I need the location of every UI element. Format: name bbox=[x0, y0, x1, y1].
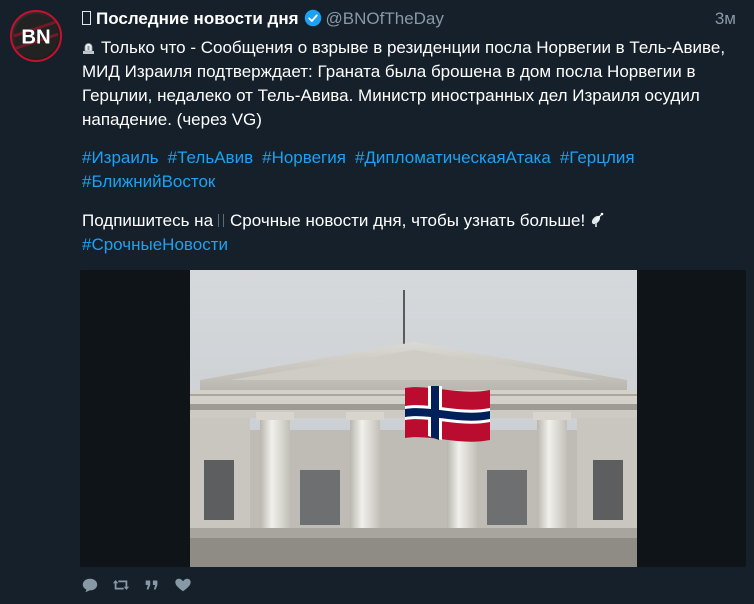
avatar-logo-icon: BN bbox=[13, 13, 59, 59]
hashtag-link[interactable]: #БлижнийВосток bbox=[82, 172, 215, 191]
tweet-timestamp[interactable]: 3м bbox=[715, 8, 736, 30]
reply-icon[interactable] bbox=[80, 575, 100, 595]
avatar[interactable]: BN bbox=[10, 10, 62, 62]
hashtag-link[interactable]: #Израиль bbox=[82, 148, 159, 167]
quote-icon[interactable] bbox=[142, 575, 162, 595]
tweet[interactable]: BN Последние новости дня @BNOfTheDay 3м Т… bbox=[0, 0, 754, 604]
tweet-header: Последние новости дня @BNOfTheDay 3м bbox=[82, 8, 746, 30]
tweet-text-paragraph: Только что - Сообщения о взрыве в резиде… bbox=[82, 36, 750, 132]
hashtag-link[interactable]: #СрочныеНовости bbox=[82, 235, 228, 254]
verified-icon bbox=[304, 9, 322, 27]
police-light-icon bbox=[82, 37, 95, 54]
retweet-icon[interactable] bbox=[111, 575, 131, 595]
tweet-media[interactable] bbox=[80, 270, 746, 567]
hashtag-link[interactable]: #Норвегия bbox=[262, 148, 346, 167]
tweet-text: Только что - Сообщения о взрыве в резиде… bbox=[82, 38, 726, 129]
avatar-text: BN bbox=[21, 26, 50, 48]
hashtag-link[interactable]: #ДипломатическаяАтака bbox=[355, 148, 551, 167]
subscribe-text-after: Срочные новости дня, чтобы узнать больше… bbox=[230, 211, 586, 230]
box-glyph-icon bbox=[82, 11, 91, 25]
box-glyph-icon bbox=[216, 214, 226, 227]
author-handle[interactable]: @BNOfTheDay bbox=[326, 9, 444, 28]
author-name[interactable]: Последние новости дня bbox=[96, 9, 299, 28]
tweet-actions bbox=[80, 574, 204, 596]
subscribe-text-before: Подпишитесь на bbox=[82, 211, 214, 230]
norway-flag-icon bbox=[405, 386, 490, 442]
hashtag-link[interactable]: #ТельАвив bbox=[168, 148, 253, 167]
satellite-dish-icon bbox=[589, 211, 605, 227]
subscribe-line: Подпишитесь на Срочные новости дня, чтобы… bbox=[82, 209, 750, 257]
building-photo bbox=[190, 270, 637, 567]
hashtag-list: #Израиль #ТельАвив #Норвегия #Дипломатическ… bbox=[82, 146, 750, 194]
tweet-body: Только что - Сообщения о взрыве в резиде… bbox=[82, 36, 750, 257]
hashtag-link[interactable]: #Герцлия bbox=[560, 148, 635, 167]
like-icon[interactable] bbox=[173, 575, 193, 595]
